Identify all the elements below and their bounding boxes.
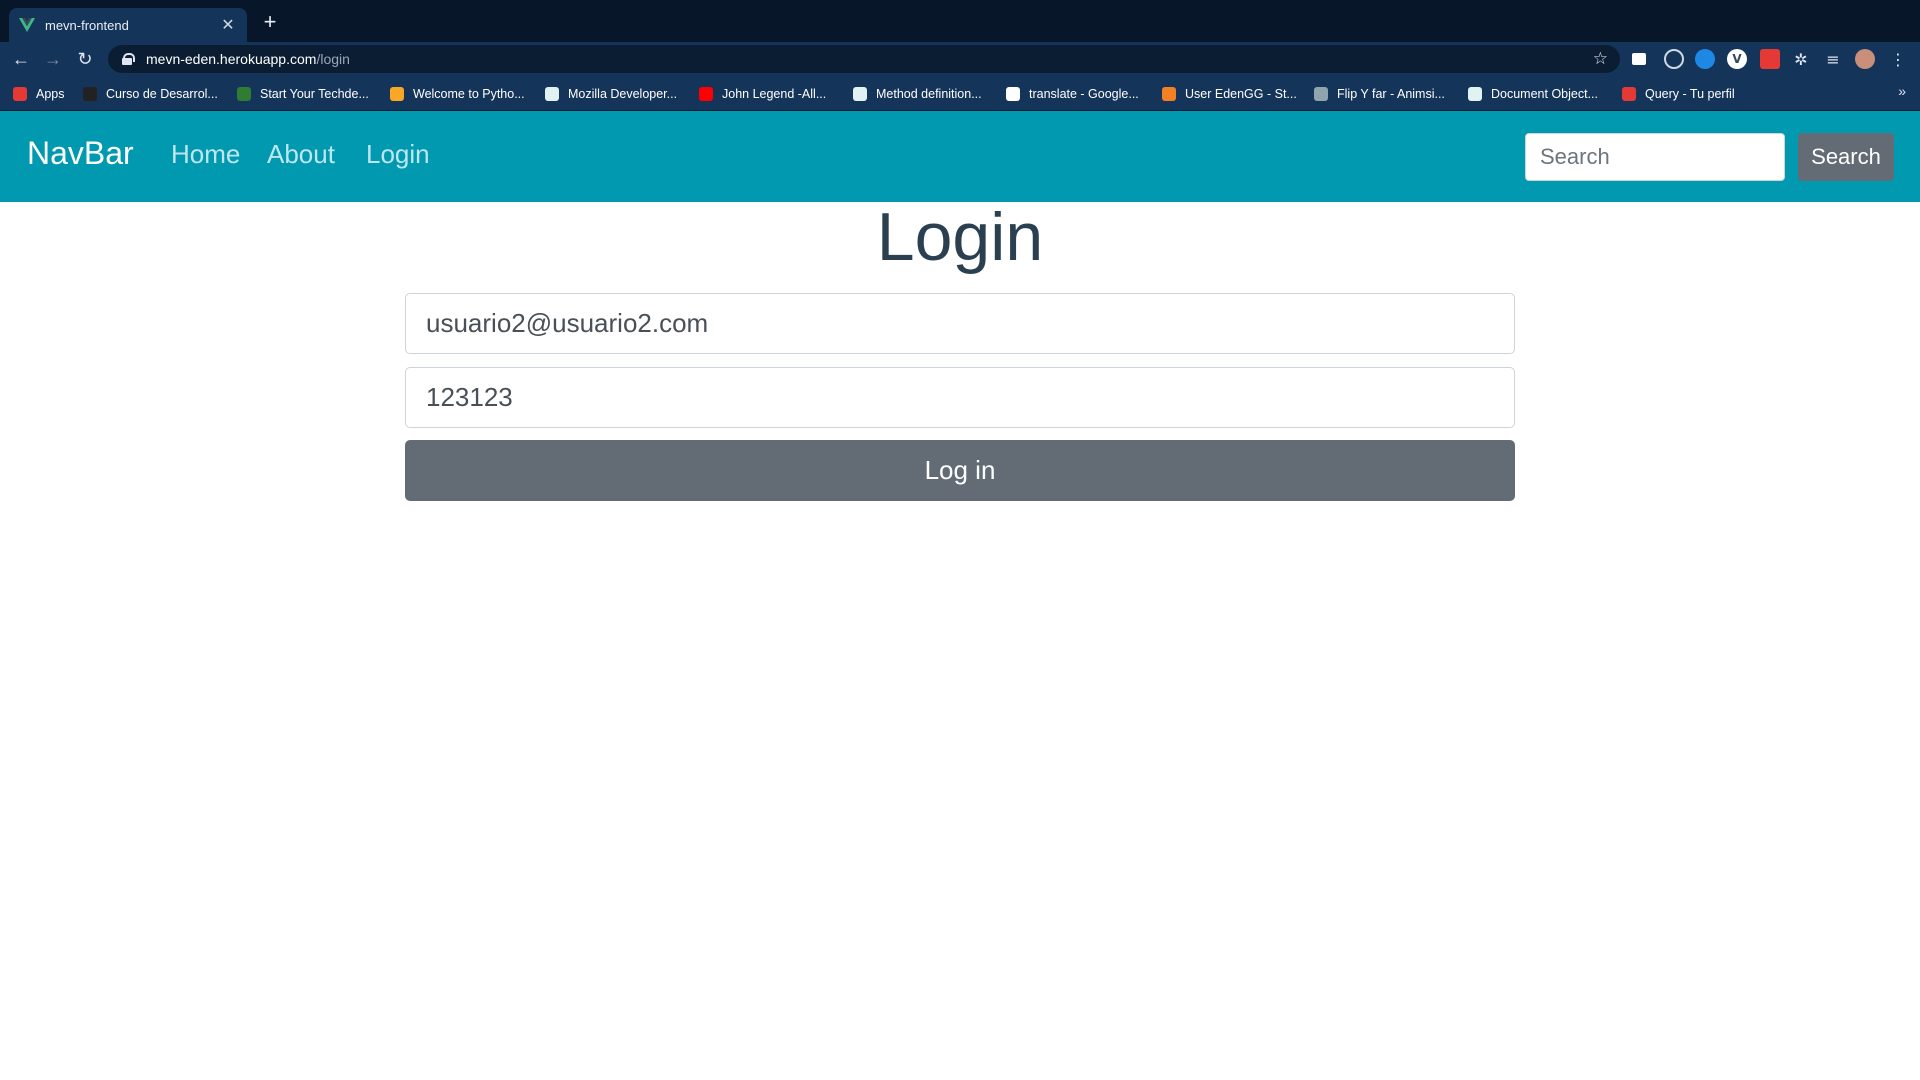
- vue-devtools-icon[interactable]: V: [1727, 49, 1747, 69]
- nav-link-about[interactable]: About: [267, 139, 335, 170]
- bookmark-item[interactable]: Flip Y far - Animsi...: [1314, 84, 1445, 104]
- bookmark-label: User EdenGG - St...: [1185, 87, 1297, 101]
- apps-grid-icon: [13, 87, 27, 101]
- bookmark-favicon-icon: [1314, 87, 1328, 101]
- browser-toolbar: ← → ↻ mevn-eden.herokuapp.com/login ☆ V …: [0, 42, 1920, 76]
- extension-flag-icon[interactable]: [1632, 53, 1646, 65]
- media-queue-icon[interactable]: ≡: [1823, 49, 1843, 69]
- extension-blue-icon[interactable]: [1695, 49, 1715, 69]
- bookmark-item[interactable]: translate - Google...: [1006, 84, 1139, 104]
- bookmark-label: Welcome to Pytho...: [413, 87, 525, 101]
- bookmark-item[interactable]: Query - Tu perfil: [1622, 84, 1735, 104]
- bookmark-label: Start Your Techde...: [260, 87, 369, 101]
- page-title: Login: [876, 199, 1044, 275]
- address-bar[interactable]: mevn-eden.herokuapp.com/login ☆: [108, 45, 1620, 73]
- bookmark-item[interactable]: John Legend -All...: [699, 84, 826, 104]
- bookmark-label: translate - Google...: [1029, 87, 1139, 101]
- tab-title: mevn-frontend: [45, 17, 129, 33]
- bookmark-label: Mozilla Developer...: [568, 87, 678, 101]
- extension-red-icon[interactable]: [1760, 49, 1780, 69]
- bookmark-favicon-icon: [1006, 87, 1020, 101]
- bookmark-item[interactable]: Start Your Techde...: [237, 84, 369, 104]
- bookmark-favicon-icon: [237, 87, 251, 101]
- bookmark-favicon-icon: [390, 87, 404, 101]
- nav-link-login[interactable]: Login: [366, 139, 430, 170]
- bookmark-label: Curso de Desarrol...: [106, 87, 218, 101]
- bookmark-favicon-icon: [1622, 87, 1636, 101]
- bookmark-star-icon[interactable]: ☆: [1593, 49, 1608, 69]
- navbar-brand[interactable]: NavBar: [27, 135, 134, 172]
- bookmark-label: John Legend -All...: [722, 87, 827, 101]
- bookmark-favicon-icon: [545, 87, 559, 101]
- profile-avatar[interactable]: [1855, 49, 1875, 69]
- reload-icon[interactable]: ↻: [72, 47, 98, 71]
- lock-icon: [122, 53, 135, 65]
- close-tab-icon[interactable]: ✕: [219, 15, 237, 35]
- bookmark-item[interactable]: User EdenGG - St...: [1162, 84, 1297, 104]
- email-field[interactable]: [405, 293, 1515, 354]
- bookmark-favicon-icon: [699, 87, 713, 101]
- login-button[interactable]: Log in: [405, 440, 1515, 501]
- app-navbar: NavBar Home About Login Search: [0, 111, 1920, 202]
- bookmark-item[interactable]: Document Object...: [1468, 84, 1598, 104]
- vue-favicon-icon: [19, 17, 35, 33]
- bookmarks-bar: » Apps Curso de Desarrol... Start Your Tec…: [0, 76, 1920, 111]
- forward-icon[interactable]: →: [40, 47, 66, 71]
- back-icon[interactable]: ←: [8, 47, 34, 71]
- bookmark-label: Query - Tu perfil: [1645, 87, 1735, 101]
- bookmark-item[interactable]: Welcome to Pytho...: [390, 84, 525, 104]
- bookmark-item[interactable]: Curso de Desarrol...: [83, 84, 218, 104]
- more-bookmarks-icon[interactable]: »: [1898, 83, 1906, 99]
- bookmark-favicon-icon: [853, 87, 867, 101]
- bookmark-item[interactable]: Method definition...: [853, 84, 982, 104]
- bookmark-label: Document Object...: [1491, 87, 1598, 101]
- bookmark-label: Method definition...: [876, 87, 982, 101]
- extension-target-icon[interactable]: [1664, 49, 1684, 69]
- search-button[interactable]: Search: [1798, 133, 1894, 181]
- nav-link-home[interactable]: Home: [171, 139, 240, 170]
- browser-menu-icon[interactable]: ⋮: [1888, 49, 1908, 69]
- bookmark-favicon-icon: [1468, 87, 1482, 101]
- bookmark-label: Apps: [36, 87, 65, 101]
- url-path: /login: [316, 51, 350, 67]
- extensions-puzzle-icon[interactable]: ✲: [1791, 49, 1811, 69]
- password-field[interactable]: [405, 367, 1515, 428]
- url-host: mevn-eden.herokuapp.com: [146, 51, 317, 67]
- browser-tab[interactable]: mevn-frontend ✕: [9, 8, 247, 42]
- bookmark-favicon-icon: [83, 87, 97, 101]
- search-input[interactable]: [1525, 133, 1785, 181]
- bookmark-item[interactable]: Apps: [13, 84, 65, 104]
- bookmark-favicon-icon: [1162, 87, 1176, 101]
- browser-tab-bar: mevn-frontend ✕ +: [0, 0, 1920, 42]
- new-tab-icon[interactable]: +: [258, 10, 282, 34]
- bookmark-item[interactable]: Mozilla Developer...: [545, 84, 677, 104]
- bookmark-label: Flip Y far - Animsi...: [1337, 87, 1445, 101]
